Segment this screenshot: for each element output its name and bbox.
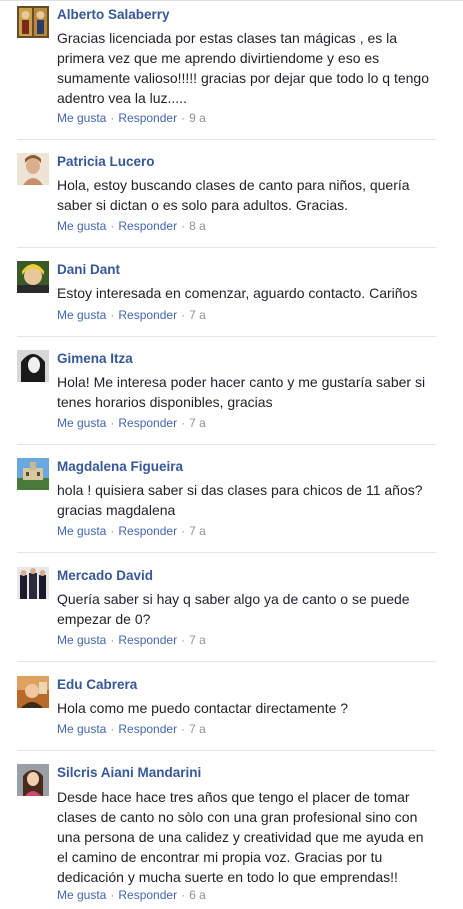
like-link[interactable]: Me gusta [57, 888, 106, 902]
avatar[interactable] [17, 350, 49, 382]
avatar[interactable] [17, 764, 49, 796]
avatar[interactable] [17, 458, 49, 490]
comment-actions: Me gusta · Responder · 7 a [57, 308, 206, 322]
comment-actions: Me gusta · Responder · 7 a [57, 633, 206, 647]
top-divider [0, 0, 463, 1]
comment-divider [17, 444, 436, 445]
avatar[interactable] [17, 567, 49, 599]
avatar[interactable] [17, 676, 49, 708]
comment-author[interactable]: Edu Cabrera [57, 677, 137, 692]
comment-age[interactable]: 9 a [189, 111, 206, 125]
reply-link[interactable]: Responder [118, 219, 177, 233]
separator-dot: · [110, 722, 115, 736]
comment-text: hola ! quisiera saber si das clases para… [57, 482, 423, 518]
avatar[interactable] [17, 6, 49, 38]
separator-dot: · [110, 219, 115, 233]
comment-actions: Me gusta · Responder · 6 a [57, 888, 206, 902]
reply-link[interactable]: Responder [118, 633, 177, 647]
comment-author[interactable]: Alberto Salaberry [57, 7, 170, 22]
reply-link[interactable]: Responder [118, 416, 177, 430]
comment-text: Hola como me puedo contactar directament… [57, 700, 349, 716]
comment-age[interactable]: 6 a [189, 888, 206, 902]
reply-link[interactable]: Responder [118, 308, 177, 322]
like-link[interactable]: Me gusta [57, 308, 106, 322]
separator-dot: · [181, 633, 186, 647]
reply-link[interactable]: Responder [118, 524, 177, 538]
reply-link[interactable]: Responder [118, 888, 177, 902]
avatar[interactable] [17, 261, 49, 293]
comment-actions: Me gusta · Responder · 7 a [57, 416, 206, 430]
separator-dot: · [181, 524, 186, 538]
comment-text: Hola, estoy buscando clases de canto par… [57, 177, 410, 213]
reply-link[interactable]: Responder [118, 722, 177, 736]
separator-dot: · [110, 633, 115, 647]
comment-author[interactable]: Silcris Aiani Mandarini [57, 765, 201, 780]
comment-age[interactable]: 8 a [189, 219, 206, 233]
like-link[interactable]: Me gusta [57, 219, 106, 233]
separator-dot: · [181, 722, 186, 736]
like-link[interactable]: Me gusta [57, 416, 106, 430]
comment-age[interactable]: 7 a [189, 308, 206, 322]
comment-text: Hola! Me interesa poder hacer canto y me… [57, 374, 426, 410]
comment-age[interactable]: 7 a [189, 633, 206, 647]
like-link[interactable]: Me gusta [57, 722, 106, 736]
comment-age[interactable]: 7 a [189, 722, 206, 736]
like-link[interactable]: Me gusta [57, 633, 106, 647]
comment-divider [17, 336, 436, 337]
comment-text: Desde hace hace tres años que tengo el p… [57, 789, 424, 885]
comment-text: Quería saber si hay q saber algo ya de c… [57, 591, 410, 627]
comment-author[interactable]: Gimena Itza [57, 351, 133, 366]
separator-dot: · [110, 524, 115, 538]
comment-text: Gracias licenciada por estas clases tan … [57, 30, 429, 106]
comment-actions: Me gusta · Responder · 9 a [57, 111, 206, 125]
comment-age[interactable]: 7 a [189, 524, 206, 538]
separator-dot: · [181, 219, 186, 233]
separator-dot: · [110, 111, 115, 125]
comment-age[interactable]: 7 a [189, 416, 206, 430]
separator-dot: · [110, 308, 115, 322]
comment-author[interactable]: Patricia Lucero [57, 154, 155, 169]
reply-link[interactable]: Responder [118, 111, 177, 125]
comment-author[interactable]: Magdalena Figueira [57, 459, 183, 474]
comment-text: Estoy interesada en comenzar, aguardo co… [57, 285, 418, 301]
separator-dot: · [181, 416, 186, 430]
separator-dot: · [181, 111, 186, 125]
separator-dot: · [110, 416, 115, 430]
comment-actions: Me gusta · Responder · 7 a [57, 722, 206, 736]
like-link[interactable]: Me gusta [57, 111, 106, 125]
comment-divider [17, 661, 436, 662]
comment-divider [17, 247, 436, 248]
avatar[interactable] [17, 153, 49, 185]
comment-author[interactable]: Dani Dant [57, 262, 120, 277]
separator-dot: · [110, 888, 115, 902]
like-link[interactable]: Me gusta [57, 524, 106, 538]
comment-divider [17, 750, 436, 751]
comment-actions: Me gusta · Responder · 8 a [57, 219, 206, 233]
comment-divider [17, 139, 436, 140]
separator-dot: · [181, 308, 186, 322]
separator-dot: · [181, 888, 186, 902]
comment-divider [17, 552, 436, 553]
comment-author[interactable]: Mercado David [57, 568, 153, 583]
comment-actions: Me gusta · Responder · 7 a [57, 524, 206, 538]
